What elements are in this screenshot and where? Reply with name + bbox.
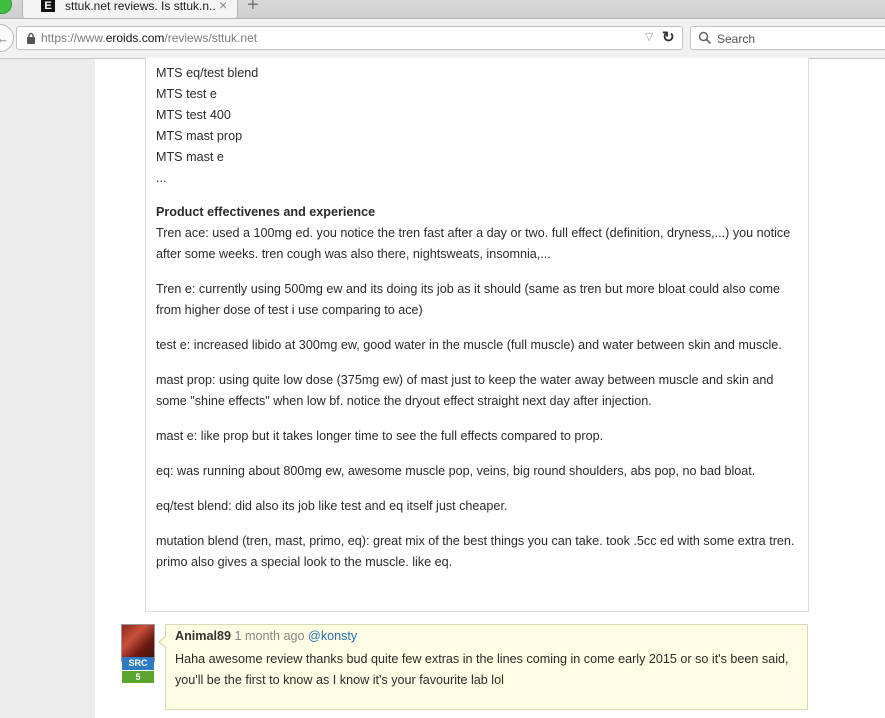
url-domain: eroids.com	[105, 31, 165, 45]
tab-bar: E sttuk.net reviews. Is sttuk.n... × +	[0, 0, 885, 19]
section-heading: Product effectivenes and experience	[156, 205, 376, 219]
lock-icon	[27, 32, 35, 44]
review-paragraph: eq/test blend: did also its job like tes…	[156, 499, 508, 513]
navigation-bar: ← https://www.eroids.com/reviews/sttuk.n…	[0, 19, 885, 59]
browser-tab[interactable]: E sttuk.net reviews. Is sttuk.n... ×	[22, 0, 238, 18]
address-bar[interactable]: https://www.eroids.com/reviews/sttuk.net…	[16, 26, 683, 50]
new-tab-plus-icon[interactable]: +	[247, 0, 259, 17]
product-item: MTS test e	[156, 87, 217, 101]
comment-meta: Animal89 1 month ago @konsty	[175, 629, 357, 643]
tab-close-icon[interactable]: ×	[219, 0, 227, 13]
comment-box: Animal89 1 month ago @konsty Haha awesom…	[158, 624, 808, 710]
search-bar[interactable]: Search	[690, 26, 885, 50]
score-badge: 5	[122, 671, 154, 683]
comment-body: Haha awesome review thanks bud quite few…	[175, 652, 789, 687]
tab-title: sttuk.net reviews. Is sttuk.n...	[65, 0, 215, 13]
review-paragraph: mutation blend (tren, mast, primo, eq): …	[156, 534, 795, 569]
back-arrow-icon: ←	[0, 31, 9, 46]
product-item: MTS mast prop	[156, 129, 243, 143]
comment-timestamp: 1 month ago	[234, 629, 305, 643]
reload-icon[interactable]: ↻	[662, 28, 675, 46]
window-zoom-button[interactable]	[0, 0, 12, 14]
review-paragraph: mast e: like prop but it takes longer ti…	[156, 429, 604, 443]
search-icon	[698, 31, 712, 45]
comment-mention-link[interactable]: @konsty	[308, 629, 357, 643]
review-paragraph: eq: was running about 800mg ew, awesome …	[156, 464, 756, 478]
url-text[interactable]: https://www.eroids.com/reviews/sttuk.net	[41, 31, 257, 45]
src-badge: SRC	[122, 657, 154, 670]
comment-pointer-inner	[160, 636, 167, 648]
back-button[interactable]: ←	[0, 24, 14, 52]
review-card: MTS eq/test blend MTS test e MTS test 40…	[145, 58, 809, 612]
review-paragraph: Tren e: currently using 500mg ew and its…	[156, 282, 780, 317]
product-item: MTS test 400	[156, 108, 231, 122]
product-item: ...	[156, 171, 167, 185]
url-prefix: https://www.	[41, 31, 106, 45]
url-path: /reviews/sttuk.net	[164, 31, 258, 45]
product-item: MTS eq/test blend	[156, 66, 259, 80]
page-content: MTS eq/test blend MTS test e MTS test 40…	[95, 58, 885, 718]
dropdown-icon[interactable]: ▽	[645, 30, 653, 43]
comment-author-link[interactable]: Animal89	[175, 629, 231, 643]
review-paragraph: mast prop: using quite low dose (375mg e…	[156, 373, 774, 408]
review-text: MTS eq/test blend MTS test e MTS test 40…	[156, 63, 796, 587]
review-paragraph: Tren ace: used a 100mg ed. you notice th…	[156, 226, 791, 261]
search-placeholder: Search	[717, 32, 756, 46]
product-item: MTS mast e	[156, 150, 224, 164]
review-paragraph: test e: increased libido at 300mg ew, go…	[156, 338, 782, 352]
site-favicon-icon: E	[41, 0, 55, 12]
